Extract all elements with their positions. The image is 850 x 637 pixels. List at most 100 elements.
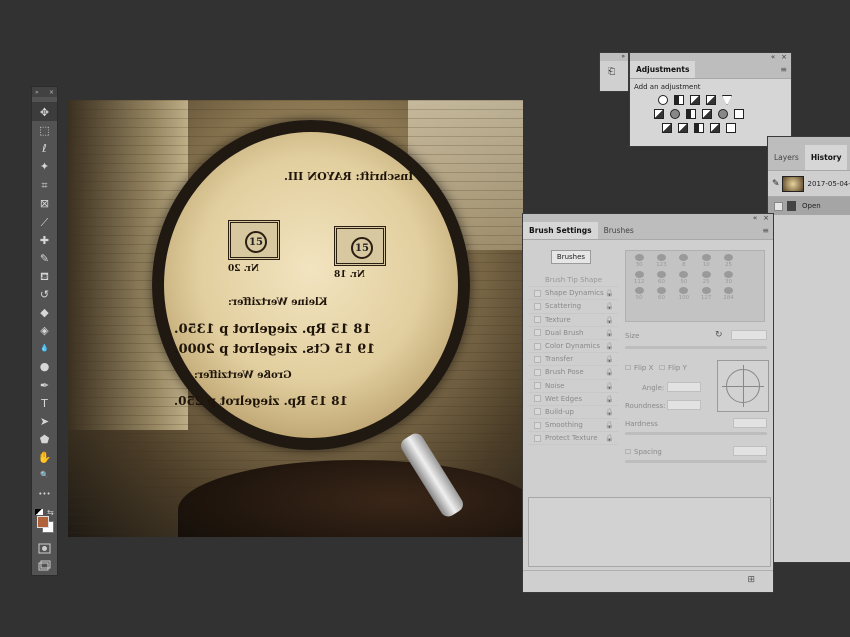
hand-tool-button[interactable]: ✋ xyxy=(32,448,57,466)
lock-icon[interactable]: 🔒 xyxy=(605,408,614,416)
invert-icon[interactable] xyxy=(662,123,672,133)
brush-preset[interactable]: 284 xyxy=(717,286,739,303)
clone-source-icon[interactable]: ⎗ xyxy=(600,61,628,77)
brush-preset[interactable]: 50 xyxy=(673,270,695,287)
brush-preset[interactable] xyxy=(650,303,672,320)
levels-icon[interactable] xyxy=(674,95,684,105)
brush-preset[interactable] xyxy=(628,303,650,320)
zoom-tool-button[interactable]: 🔍 xyxy=(32,466,57,484)
angle-field[interactable] xyxy=(667,382,701,392)
option-checkbox[interactable] xyxy=(534,421,541,429)
curves-icon[interactable] xyxy=(690,95,700,105)
lock-icon[interactable]: 🔒 xyxy=(605,316,614,324)
brush-option-protect-texture[interactable]: Protect Texture 🔒 xyxy=(528,432,618,446)
brush-option-scattering[interactable]: Scattering 🔒 xyxy=(528,300,618,314)
history-state-checkbox[interactable] xyxy=(774,201,783,211)
frame-tool-button[interactable]: ⊠ xyxy=(32,194,57,212)
brush-preset[interactable]: 50 xyxy=(628,286,650,303)
brush-preset[interactable]: 10 xyxy=(695,253,717,270)
close-icon[interactable]: × xyxy=(49,89,54,96)
brush-option-shape-dynamics[interactable]: Shape Dynamics 🔒 xyxy=(528,287,618,301)
brush-preset[interactable] xyxy=(740,303,762,320)
flip-x-checkbox[interactable]: ☐ xyxy=(625,364,631,372)
brush-preset[interactable]: 25 xyxy=(717,253,739,270)
brush-option-texture[interactable]: Texture 🔒 xyxy=(528,314,618,327)
spacing-field[interactable] xyxy=(733,446,767,456)
channel-mixer-icon[interactable] xyxy=(718,109,728,119)
brush-tool-button[interactable]: ✎ xyxy=(32,249,57,267)
lock-icon[interactable]: 🔒 xyxy=(605,329,614,337)
flip-y-checkbox[interactable]: ☐ xyxy=(659,364,665,372)
pen-tool-button[interactable]: ✒ xyxy=(32,376,57,394)
brush-option-smoothing[interactable]: Smoothing 🔒 xyxy=(528,419,618,433)
panel-close-icon[interactable]: × xyxy=(781,53,787,61)
hardness-field[interactable] xyxy=(733,418,767,428)
brush-preset[interactable]: 127 xyxy=(695,286,717,303)
brush-preset[interactable]: 123 xyxy=(650,253,672,270)
reset-size-icon[interactable]: ↻ xyxy=(715,330,723,340)
lasso-tool-button[interactable]: ℓ xyxy=(32,139,57,157)
tab-layers[interactable]: Layers xyxy=(768,145,805,170)
collapse-icon[interactable]: » xyxy=(35,89,39,96)
option-checkbox[interactable] xyxy=(534,368,541,376)
option-checkbox[interactable] xyxy=(534,289,541,297)
path-selection-tool-button[interactable]: ➤ xyxy=(32,412,57,430)
vibrance-icon[interactable] xyxy=(722,95,732,105)
magic-wand-tool-button[interactable]: ✦ xyxy=(32,157,57,175)
option-checkbox[interactable] xyxy=(534,316,541,324)
brush-option-wet-edges[interactable]: Wet Edges 🔒 xyxy=(528,393,618,406)
brush-option-brush-pose[interactable]: Brush Pose 🔒 xyxy=(528,366,618,380)
type-tool-button[interactable]: T xyxy=(32,394,57,412)
healing-brush-tool-button[interactable]: ✚ xyxy=(32,231,57,249)
foreground-color-swatch[interactable] xyxy=(37,516,49,528)
history-state-open[interactable]: Open xyxy=(768,197,850,215)
threshold-icon[interactable] xyxy=(694,123,704,133)
paint-bucket-tool-button[interactable]: ◈ xyxy=(32,321,57,339)
panel-close-icon[interactable]: × xyxy=(763,214,769,222)
shape-tool-button[interactable]: ⬟ xyxy=(32,430,57,448)
selective-color-icon[interactable] xyxy=(710,123,720,133)
gradient-map-icon[interactable] xyxy=(726,123,736,133)
move-tool-button[interactable]: ✥ xyxy=(32,103,57,121)
history-brush-source-icon[interactable]: ✎ xyxy=(772,179,780,189)
tab-history[interactable]: History xyxy=(804,145,848,170)
option-checkbox[interactable] xyxy=(534,355,541,363)
dock-expand-icon[interactable]: » xyxy=(600,53,628,61)
lock-icon[interactable]: 🔒 xyxy=(605,421,614,429)
more-tools-button[interactable]: ••• xyxy=(32,485,57,503)
dodge-tool-button[interactable]: ● xyxy=(32,357,57,375)
spacing-slider[interactable] xyxy=(625,460,767,463)
brush-option-brush-tip-shape[interactable]: Brush Tip Shape xyxy=(528,274,618,288)
option-checkbox[interactable] xyxy=(534,342,541,350)
lock-icon[interactable]: 🔒 xyxy=(605,289,614,297)
history-snapshot[interactable]: ✎ 2017-05-04-1 xyxy=(768,171,850,197)
brush-option-build-up[interactable]: Build-up 🔒 xyxy=(528,406,618,420)
brush-preset[interactable]: 100 xyxy=(673,286,695,303)
clone-stamp-tool-button[interactable]: ⛾ xyxy=(32,267,57,285)
lock-icon[interactable]: 🔒 xyxy=(605,368,614,376)
option-checkbox[interactable] xyxy=(534,302,541,310)
brush-option-transfer[interactable]: Transfer 🔒 xyxy=(528,353,618,367)
brightness-contrast-icon[interactable] xyxy=(658,95,668,105)
eyedropper-tool-button[interactable]: ⟋ xyxy=(32,213,57,231)
brush-preset[interactable] xyxy=(717,303,739,320)
history-brush-tool-button[interactable]: ↺ xyxy=(32,285,57,303)
marquee-tool-button[interactable]: ⬚ xyxy=(32,121,57,139)
photo-filter-icon[interactable] xyxy=(702,109,712,119)
eraser-tool-button[interactable]: ◆ xyxy=(32,303,57,321)
screen-mode-button[interactable] xyxy=(32,557,57,575)
panel-collapse-icon[interactable]: « xyxy=(771,53,775,61)
brush-preset[interactable]: 30 xyxy=(717,270,739,287)
lock-icon[interactable]: 🔒 xyxy=(605,355,614,363)
brush-preset[interactable] xyxy=(695,303,717,320)
brush-option-noise[interactable]: Noise 🔒 xyxy=(528,380,618,393)
option-checkbox[interactable] xyxy=(534,329,541,337)
panel-menu-icon[interactable]: ≡ xyxy=(762,226,769,235)
brush-preset[interactable] xyxy=(673,303,695,320)
default-colors-icon[interactable] xyxy=(35,509,43,515)
lock-icon[interactable]: 🔒 xyxy=(605,342,614,350)
tab-adjustments[interactable]: Adjustments xyxy=(630,61,696,78)
brush-preset[interactable]: 30 xyxy=(628,253,650,270)
panel-collapse-icon[interactable]: « xyxy=(753,214,757,222)
size-slider[interactable] xyxy=(625,346,767,349)
